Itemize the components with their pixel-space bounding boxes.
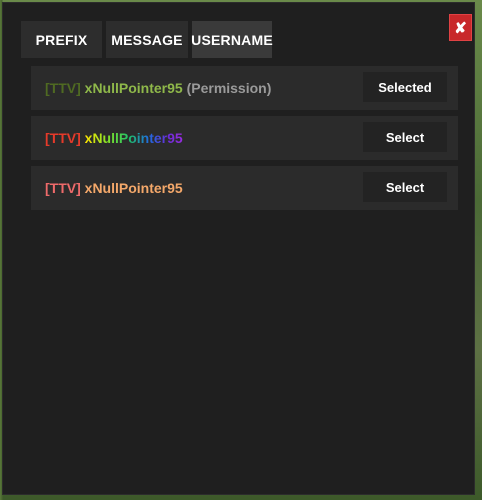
tab-username[interactable]: USERNAME xyxy=(191,21,273,58)
username-text: xNullPointer95 xyxy=(84,180,183,196)
selected-button[interactable]: Selected xyxy=(363,72,447,102)
tab-bar: PREFIX MESSAGE USERNAME xyxy=(21,21,273,58)
list-item: [TTV] xNullPointer95 Select xyxy=(31,166,458,210)
select-button[interactable]: Select xyxy=(363,122,447,152)
prefix-text: [TTV] xyxy=(45,180,81,196)
list-item: [TTV] xNullPointer95 (Permission) Select… xyxy=(31,66,458,110)
prefix-text: [TTV] xyxy=(45,80,81,96)
select-button[interactable]: Select xyxy=(363,172,447,202)
username-style-panel: PREFIX MESSAGE USERNAME ✘ [TTV] xNullPoi… xyxy=(2,2,475,495)
close-icon: ✘ xyxy=(454,19,467,37)
permission-text: (Permission) xyxy=(186,80,272,96)
username-text: xNullPointer95 xyxy=(84,80,183,96)
prefix-text: [TTV] xyxy=(45,130,81,146)
tab-prefix[interactable]: PREFIX xyxy=(21,21,102,58)
style-preview: [TTV] xNullPointer95 xyxy=(45,130,183,146)
username-style-list: [TTV] xNullPointer95 (Permission) Select… xyxy=(31,66,458,216)
username-text: xNullPointer95 xyxy=(84,130,183,146)
tab-message[interactable]: MESSAGE xyxy=(106,21,188,58)
style-preview: [TTV] xNullPointer95 (Permission) xyxy=(45,80,271,96)
style-preview: [TTV] xNullPointer95 xyxy=(45,180,183,196)
list-item: [TTV] xNullPointer95 Select xyxy=(31,116,458,160)
close-button[interactable]: ✘ xyxy=(449,14,472,41)
